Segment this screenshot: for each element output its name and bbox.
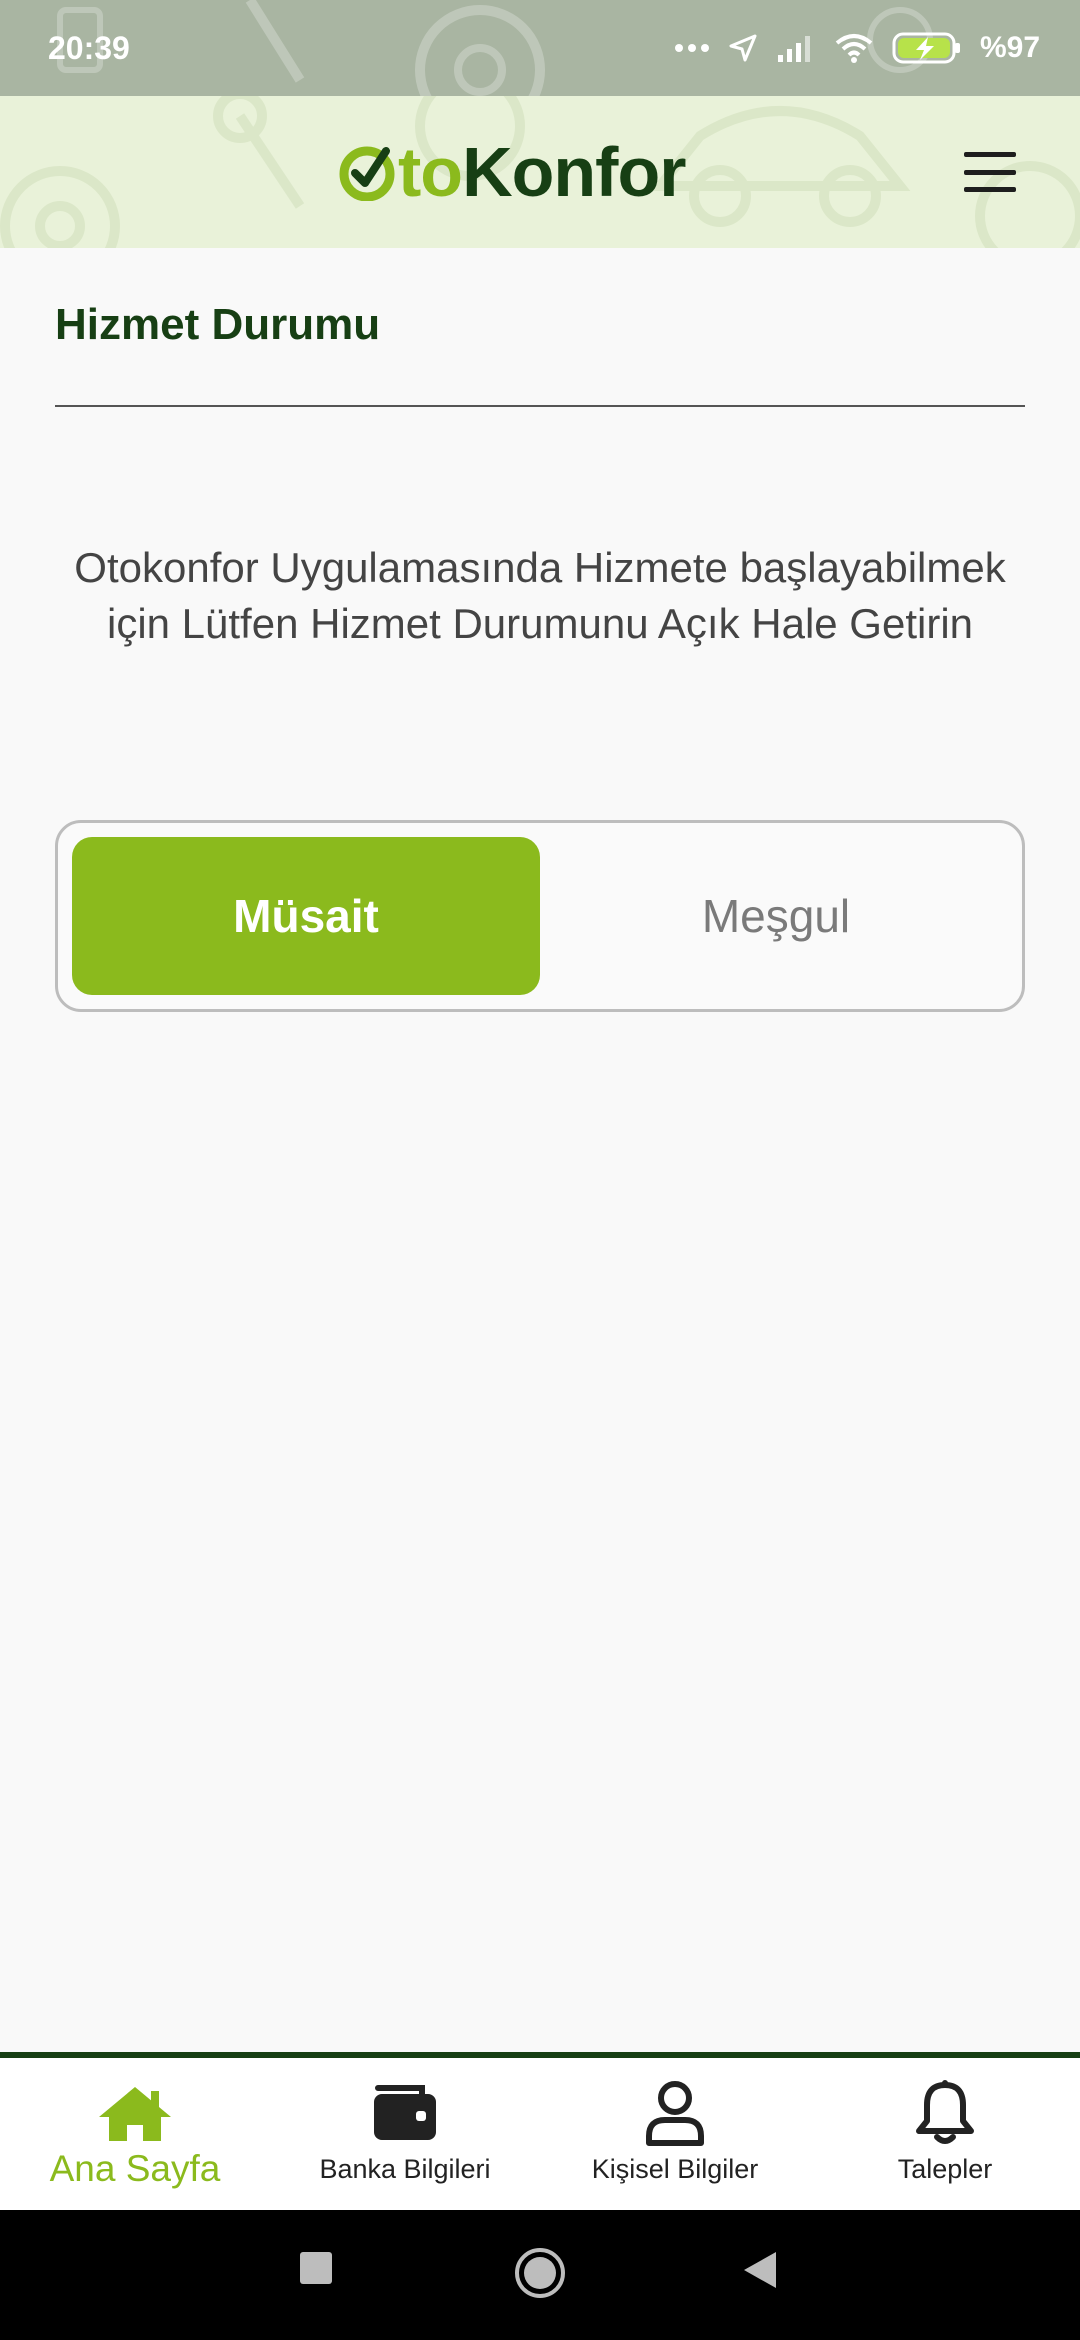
status-time: 20:39 bbox=[48, 29, 130, 66]
person-icon bbox=[643, 2078, 707, 2148]
location-arrow-icon bbox=[729, 34, 757, 62]
otokonfor-logo: to Konfor bbox=[338, 132, 686, 212]
more-dots-icon bbox=[674, 44, 709, 52]
service-info-text: Otokonfor Uygulamasında Hizmete başlayab… bbox=[74, 544, 1006, 647]
logo-text-to: to bbox=[398, 133, 463, 211]
page-title: Hizmet Durumu bbox=[55, 300, 381, 349]
app-header: to Konfor bbox=[0, 96, 1080, 248]
nav-label-home: Ana Sayfa bbox=[49, 2148, 221, 2189]
status-icons: %97 bbox=[674, 31, 1040, 65]
status-bar: 20:39 %97 bbox=[0, 0, 1080, 96]
status-option-busy[interactable]: Meşgul bbox=[542, 837, 1010, 995]
logo-check-icon bbox=[339, 146, 395, 201]
title-divider bbox=[55, 405, 1025, 407]
system-nav-bar bbox=[0, 2210, 1080, 2340]
back-button-icon[interactable] bbox=[742, 2250, 778, 2290]
service-status-toggle: Müsait Meşgul bbox=[55, 820, 1025, 1012]
logo-text-konfor: Konfor bbox=[462, 133, 686, 211]
wallet-icon bbox=[370, 2078, 440, 2148]
battery-charging-icon bbox=[892, 32, 960, 64]
wifi-icon bbox=[835, 34, 873, 63]
nav-item-personal-info[interactable]: Kişisel Bilgiler bbox=[540, 2078, 810, 2198]
recent-apps-icon[interactable] bbox=[298, 2250, 334, 2286]
nav-item-requests[interactable]: Talepler bbox=[810, 2078, 1080, 2198]
hamburger-menu-icon[interactable] bbox=[960, 146, 1020, 198]
home-icon bbox=[95, 2078, 175, 2148]
status-option-available[interactable]: Müsait bbox=[72, 837, 540, 995]
battery-percent: %97 bbox=[979, 31, 1040, 64]
bell-icon bbox=[913, 2078, 977, 2148]
nav-label-bank-info: Banka Bilgileri bbox=[319, 2154, 491, 2184]
nav-label-personal-info: Kişisel Bilgiler bbox=[591, 2154, 759, 2184]
nav-item-home[interactable]: Ana Sayfa bbox=[0, 2078, 270, 2198]
bottom-nav: Ana Sayfa Banka Bilgileri Kişisel Bilgil… bbox=[0, 2052, 1080, 2210]
nav-item-bank-info[interactable]: Banka Bilgileri bbox=[270, 2078, 540, 2198]
signal-icon bbox=[777, 36, 810, 62]
nav-label-requests: Talepler bbox=[897, 2154, 993, 2184]
home-button-icon[interactable] bbox=[513, 2246, 567, 2300]
